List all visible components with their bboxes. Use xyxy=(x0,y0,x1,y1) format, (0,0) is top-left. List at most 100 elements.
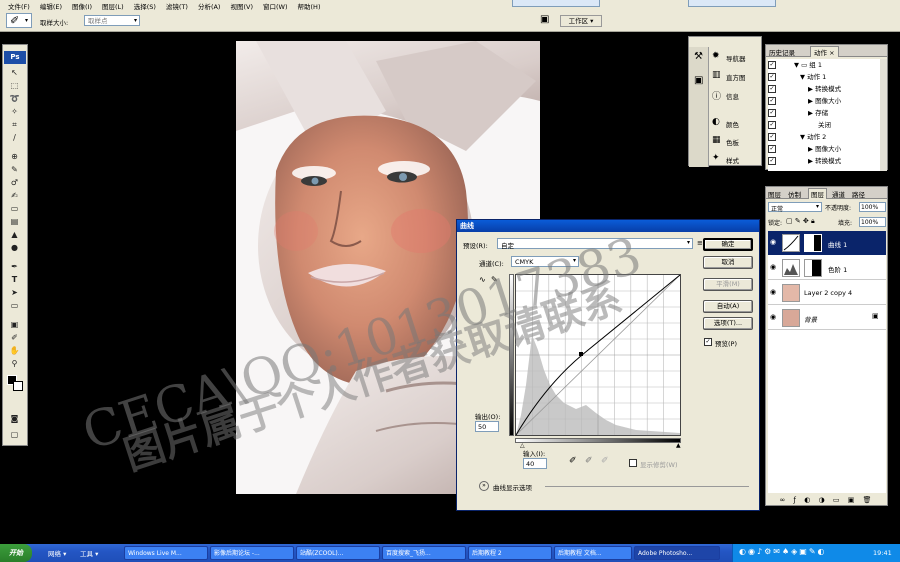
crop-tool-icon[interactable]: ⌗ xyxy=(9,119,20,130)
cancel-button[interactable]: 取消 xyxy=(703,256,753,269)
layer-row[interactable]: ◉ 背景 ▣ xyxy=(768,306,886,330)
menu-layer[interactable]: 图层(L) xyxy=(97,1,129,11)
pencil-mode-icon[interactable]: ✎ xyxy=(491,275,498,284)
taskbar-item[interactable]: 站酷(ZCOOL)... xyxy=(296,546,380,560)
menu-filter[interactable]: 滤镜(T) xyxy=(161,1,193,11)
eye-icon[interactable]: ◉ xyxy=(770,238,776,246)
screen-mode-icon[interactable]: ▢ xyxy=(9,429,20,440)
panel-item-info[interactable]: ⓘ 信息 xyxy=(709,87,761,103)
preset-options-icon[interactable]: ≡ xyxy=(697,239,703,247)
taskbar-item-active[interactable]: Adobe Photosho... xyxy=(634,546,720,560)
dodge-tool-icon[interactable]: ● xyxy=(9,242,20,253)
tab-paths[interactable]: 路径 xyxy=(852,189,865,199)
tab-layers[interactable]: 图层 xyxy=(808,188,827,199)
menu-edit[interactable]: 编辑(E) xyxy=(35,1,67,11)
menu-image[interactable]: 图像(I) xyxy=(67,1,97,11)
pen-tool-icon[interactable]: ✒ xyxy=(9,261,20,272)
layer-row[interactable]: ◉ 曲线 1 xyxy=(768,231,886,255)
workspace-button[interactable]: 工作区 ▾ xyxy=(560,15,602,27)
panel-item-styles[interactable]: ✦ 样式 xyxy=(709,151,761,167)
window-control-button[interactable] xyxy=(512,0,600,7)
opacity-input[interactable]: 100% xyxy=(859,202,886,212)
history-brush-tool-icon[interactable]: ✍ xyxy=(9,190,20,201)
show-clipping-checkbox[interactable] xyxy=(629,459,637,467)
layer-row[interactable]: ◉ 色阶 1 xyxy=(768,256,886,280)
tool-preset-picker[interactable]: ✐ ▾ xyxy=(6,13,32,28)
menu-select[interactable]: 选择(S) xyxy=(129,1,161,11)
panel-item-color[interactable]: ◐ 颜色 xyxy=(709,115,761,131)
healing-brush-tool-icon[interactable]: ⊕ xyxy=(9,151,20,162)
action-row[interactable]: ✓ ▶ 图像大小 xyxy=(768,143,880,155)
taskbar-item[interactable]: 后期教程 2 xyxy=(468,546,552,560)
menu-view[interactable]: 视图(V) xyxy=(225,1,258,11)
gray-eyedropper-icon[interactable]: ✐ xyxy=(585,456,593,466)
preset-select[interactable]: 自定 ▾ xyxy=(497,238,693,250)
white-eyedropper-icon[interactable]: ✐ xyxy=(601,456,609,466)
layers-dock-icon[interactable]: ▣ xyxy=(694,75,703,86)
palette-well-icon[interactable]: ▣ xyxy=(540,14,549,25)
taskbar-item[interactable]: 百度搜索_飞扬... xyxy=(382,546,466,560)
gradient-tool-icon[interactable]: ▤ xyxy=(9,216,20,227)
blend-mode-select[interactable]: 正常 ▾ xyxy=(768,202,822,213)
menu-analysis[interactable]: 分析(A) xyxy=(193,1,226,11)
taskbar-item[interactable]: 后期教程 文档... xyxy=(554,546,632,560)
slice-tool-icon[interactable]: ∕ xyxy=(9,132,20,143)
auto-button[interactable]: 自动(A) xyxy=(703,300,753,313)
tab-clone[interactable]: 仿制 xyxy=(788,189,801,199)
eye-icon[interactable]: ◉ xyxy=(770,288,776,296)
menu-file[interactable]: 文件(F) xyxy=(3,1,35,11)
actions-scrollbar[interactable] xyxy=(880,59,887,171)
window-control-button[interactable] xyxy=(688,0,776,7)
quick-launch-network[interactable]: 网络 ▾ xyxy=(48,548,66,558)
fill-input[interactable]: 100% xyxy=(859,217,886,227)
panel-item-navigator[interactable]: ✹ 导航器 xyxy=(709,49,761,65)
black-point-slider[interactable]: ▲ xyxy=(676,442,681,449)
tools-icon[interactable]: ⚒ xyxy=(694,51,703,62)
sample-size-select[interactable]: 取样点 ▾ xyxy=(84,15,140,26)
shape-tool-icon[interactable]: ▭ xyxy=(9,300,20,311)
taskbar-item[interactable]: Windows Live M... xyxy=(124,546,208,560)
panel-item-histogram[interactable]: ▥ 直方图 xyxy=(709,68,761,84)
taskbar-item[interactable]: 影像后期论坛 -... xyxy=(210,546,294,560)
curve-point-mode-icon[interactable]: ∿ xyxy=(479,275,486,284)
start-button[interactable]: 开始 xyxy=(0,544,32,562)
tab-channels[interactable]: 通道 xyxy=(832,189,845,199)
ok-button[interactable]: 确定 xyxy=(703,238,753,251)
layers-footer-icons[interactable]: ∞ ƒ ◐ ◑ ▭ ▣ 🗑︎ xyxy=(768,495,886,505)
eraser-tool-icon[interactable]: ▭ xyxy=(9,203,20,214)
black-eyedropper-icon[interactable]: ✐ xyxy=(569,456,577,466)
clone-stamp-tool-icon[interactable]: ♂ xyxy=(9,177,20,188)
action-row[interactable]: ✓ ▼ 动作 2 xyxy=(768,131,880,143)
eyedropper-tool-icon[interactable]: ✐ xyxy=(9,332,20,343)
eye-icon[interactable]: ◉ xyxy=(770,313,776,321)
action-row[interactable]: ✓ ▶ 转换模式 xyxy=(768,83,880,95)
zoom-tool-icon[interactable]: ⚲ xyxy=(9,358,20,369)
channel-select[interactable]: CMYK ▾ xyxy=(511,256,579,267)
options-button[interactable]: 选项(T)... xyxy=(703,317,753,330)
magic-wand-tool-icon[interactable]: ✧ xyxy=(9,106,20,117)
tray-icons[interactable]: ◐◉♪⚙✉♠◈▣✎◐ xyxy=(739,547,827,556)
tab-actions[interactable]: 动作 × xyxy=(810,46,839,57)
lock-icons[interactable]: ▢ ✎ ✥ 🔒︎ xyxy=(786,217,815,226)
path-selection-tool-icon[interactable]: ➤ xyxy=(9,287,20,298)
smooth-button[interactable]: 平滑(M) xyxy=(703,278,753,291)
hand-tool-icon[interactable]: ✋ xyxy=(9,345,20,356)
menu-help[interactable]: 帮助(H) xyxy=(293,1,326,11)
eye-icon[interactable]: ◉ xyxy=(770,263,776,271)
tab-history[interactable]: 历史记录 xyxy=(769,47,795,57)
dialog-title[interactable]: 曲线 xyxy=(457,220,759,232)
action-row[interactable]: ✓ ▶ 图像大小 xyxy=(768,95,880,107)
action-row[interactable]: ✓ ▼ ▭ 组 1 xyxy=(768,59,880,71)
action-row[interactable]: ✓ 关闭 xyxy=(768,119,880,131)
preview-checkbox[interactable]: ✓ xyxy=(704,338,712,346)
action-row[interactable]: ✓ ▶ 存储 xyxy=(768,107,880,119)
curves-graph[interactable] xyxy=(515,274,681,436)
brush-tool-icon[interactable]: ✎ xyxy=(9,164,20,175)
tab-layers-comp[interactable]: 图层 xyxy=(768,189,781,199)
panel-item-swatches[interactable]: ▦ 色板 xyxy=(709,133,761,149)
menu-window[interactable]: 窗口(W) xyxy=(258,1,293,11)
quick-mask-icon[interactable]: ◙ xyxy=(9,413,20,424)
input-input[interactable]: 40 xyxy=(523,458,547,469)
action-row[interactable]: ✓ ▶ 转换模式 xyxy=(768,155,880,167)
quick-launch-tools[interactable]: 工具 ▾ xyxy=(80,548,98,558)
